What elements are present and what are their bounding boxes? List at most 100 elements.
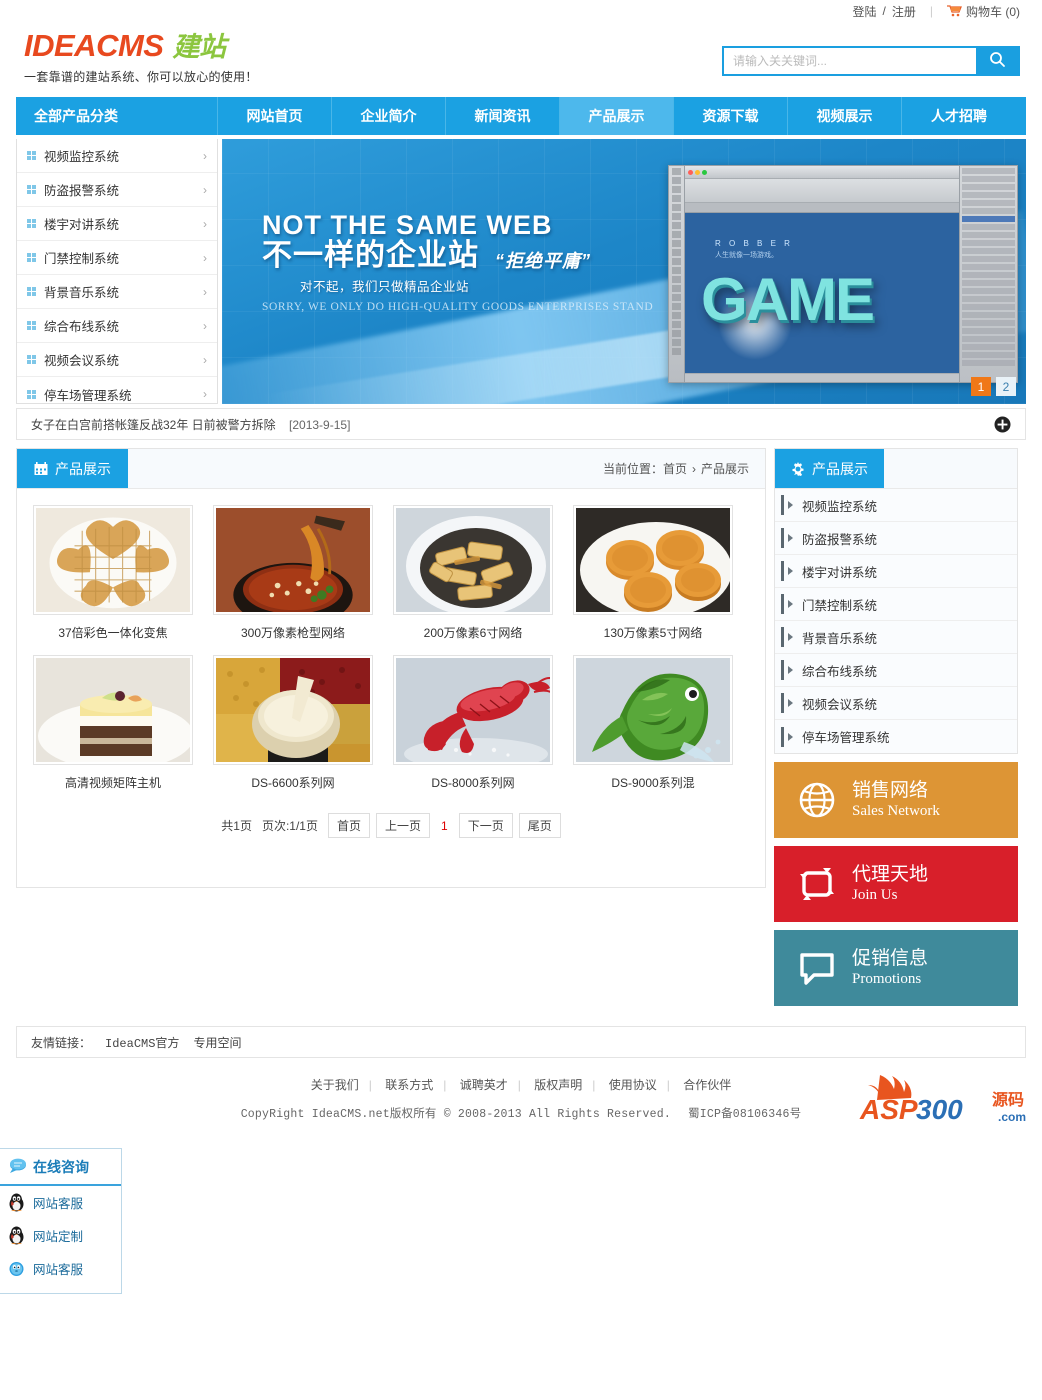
nav-item-downloads[interactable]: 资源下载 xyxy=(674,97,788,135)
rsidebar-item-structured-cabling[interactable]: 综合布线系统 xyxy=(775,654,1017,687)
rsidebar-item-burglar-alarm[interactable]: 防盗报警系统 xyxy=(775,522,1017,555)
rsidebar-item-video-conference[interactable]: 视频会议系统 xyxy=(775,687,1017,720)
chevron-right-icon: › xyxy=(203,148,207,163)
footer-link-partners[interactable]: 合作伙伴 xyxy=(683,1078,731,1092)
hero-section: 视频监控系统 › 防盗报警系统 › 楼宇对讲系统 › 门禁控制系统 › 背景音乐… xyxy=(16,139,1026,404)
chevron-right-icon: › xyxy=(203,182,207,197)
friend-link-space[interactable]: 专用空间 xyxy=(193,1034,241,1051)
calendar-icon xyxy=(34,461,48,476)
banner-headline-cn: 不一样的企业站 xyxy=(262,239,479,273)
product-card[interactable]: 200万像素6寸网络 xyxy=(383,505,563,641)
product-thumbnail[interactable] xyxy=(33,505,193,615)
ticker-headline: 女子在白宫前搭帐篷反战32年 日前被警方拆除 xyxy=(31,417,276,432)
product-card[interactable]: 300万像素枪型网络 xyxy=(203,505,383,641)
logo-secondary: 建站 xyxy=(172,32,226,62)
site-header: IDEACMS 建站 一套靠谱的建站系统、你可以放心的使用！ xyxy=(0,22,1042,97)
register-link[interactable]: 注册 xyxy=(892,3,916,20)
sidebar-item-structured-cabling[interactable]: 综合布线系统 › xyxy=(17,309,217,343)
sidebar-item-background-music[interactable]: 背景音乐系统 › xyxy=(17,275,217,309)
triangle-right-icon xyxy=(788,534,793,542)
product-thumbnail[interactable] xyxy=(573,505,733,615)
product-grid: 37倍彩色一体化变焦 300万像素枪型网络 200万像素6寸网络 130万像素5… xyxy=(17,489,765,805)
marker-bar xyxy=(781,594,784,614)
rsidebar-item-parking-management[interactable]: 停车场管理系统 xyxy=(775,720,1017,753)
mousse-cake-image xyxy=(36,658,190,762)
sidebar-item-building-intercom[interactable]: 楼宇对讲系统 › xyxy=(17,207,217,241)
rsidebar-item-background-music[interactable]: 背景音乐系统 xyxy=(775,621,1017,654)
ticker-content[interactable]: 女子在白宫前搭帐篷反战32年 日前被警方拆除 [2013-9-15] xyxy=(31,416,350,433)
hero-banner[interactable]: R O B B E R 人生就像一场游戏。 GAME NOT THE SAME … xyxy=(222,139,1026,404)
product-card[interactable]: 37倍彩色一体化变焦 xyxy=(23,505,203,641)
pagination-first[interactable]: 首页 xyxy=(327,813,370,838)
nav-item-home[interactable]: 网站首页 xyxy=(218,97,332,135)
plus-circle-icon[interactable] xyxy=(994,416,1011,433)
pagination-prev[interactable]: 上一页 xyxy=(376,813,431,838)
promo-sales-network[interactable]: 销售网络 Sales Network xyxy=(774,762,1018,838)
sidebar-item-access-control[interactable]: 门禁控制系统 › xyxy=(17,241,217,275)
footer-link-about[interactable]: 关于我们 xyxy=(311,1078,359,1092)
online-consult-title: 在线咨询 xyxy=(33,1159,89,1175)
product-card[interactable]: 130万像素5寸网络 xyxy=(563,505,743,641)
login-link[interactable]: 登陆 xyxy=(852,3,876,20)
logo[interactable]: IDEACMS 建站 一套靠谱的建站系统、你可以放心的使用！ xyxy=(24,26,258,85)
sidebar-item-video-conference[interactable]: 视频会议系统 › xyxy=(17,343,217,377)
promo-promotions[interactable]: 促销信息 Promotions xyxy=(774,930,1018,1006)
product-thumbnail[interactable] xyxy=(393,655,553,765)
chat-item-service-1[interactable]: 网站客服 xyxy=(0,1186,121,1219)
chat-item-custom[interactable]: 网站定制 xyxy=(0,1219,121,1252)
sidebar-item-video-surveillance[interactable]: 视频监控系统 › xyxy=(17,139,217,173)
chevron-right-icon: › xyxy=(203,250,207,265)
breadcrumb-prefix: 当前位置： xyxy=(602,462,663,476)
nav-item-news[interactable]: 新闻资讯 xyxy=(446,97,560,135)
footer-link-terms[interactable]: 使用协议 xyxy=(609,1078,657,1092)
product-card[interactable]: DS-6600系列网 xyxy=(203,655,383,791)
nav-item-jobs[interactable]: 人才招聘 xyxy=(902,97,1016,135)
search-input[interactable] xyxy=(724,48,976,74)
main-area: 产品展示 当前位置： 首页 › 产品展示 37倍彩色一体化变焦 300万像素枪型… xyxy=(16,448,1026,1006)
product-thumbnail[interactable] xyxy=(33,655,193,765)
divider: | xyxy=(592,1078,596,1092)
footer-link-copyright-notice[interactable]: 版权声明 xyxy=(534,1078,582,1092)
footer-link-careers[interactable]: 诚聘英才 xyxy=(460,1078,508,1092)
rsidebar-item-video-surveillance[interactable]: 视频监控系统 xyxy=(775,489,1017,522)
grid-icon xyxy=(27,219,36,228)
nav-all-categories[interactable]: 全部产品分类 xyxy=(16,97,218,135)
product-thumbnail[interactable] xyxy=(213,505,373,615)
marker-bar xyxy=(781,660,784,680)
breadcrumb-home[interactable]: 首页 xyxy=(663,460,687,477)
cart-label: 购物车 (0) xyxy=(965,4,1020,19)
product-thumbnail[interactable] xyxy=(393,505,553,615)
footer-link-contact[interactable]: 联系方式 xyxy=(385,1078,433,1092)
divider: | xyxy=(443,1078,447,1092)
nav-item-about[interactable]: 企业简介 xyxy=(332,97,446,135)
rsidebar-item-building-intercom[interactable]: 楼宇对讲系统 xyxy=(775,555,1017,588)
banner-page-1[interactable]: 1 xyxy=(971,377,991,396)
friend-link-official[interactable]: IdeaCMS官方 xyxy=(105,1034,179,1051)
sidebar-item-label: 楼宇对讲系统 xyxy=(44,218,120,232)
right-box-title: 产品展示 xyxy=(812,460,868,477)
chat-item-service-2[interactable]: 网站客服 xyxy=(0,1252,121,1285)
rsidebar-item-access-control[interactable]: 门禁控制系统 xyxy=(775,588,1017,621)
nav-item-products[interactable]: 产品展示 xyxy=(560,97,674,135)
sidebar-item-parking-management[interactable]: 停车场管理系统 › xyxy=(17,377,217,411)
banner-reject-tag: “拒绝平庸” xyxy=(495,251,591,272)
product-card[interactable]: 高清视频矩阵主机 xyxy=(23,655,203,791)
sidebar-item-burglar-alarm[interactable]: 防盗报警系统 › xyxy=(17,173,217,207)
product-thumbnail[interactable] xyxy=(213,655,373,765)
pagination-last[interactable]: 尾页 xyxy=(518,813,561,838)
cart-button[interactable]: 购物车 (0) xyxy=(946,3,1020,20)
triangle-right-icon xyxy=(788,567,793,575)
promo-join-us[interactable]: 代理天地 Join Us xyxy=(774,846,1018,922)
product-thumbnail[interactable] xyxy=(573,655,733,765)
pagination-next[interactable]: 下一页 xyxy=(458,813,513,838)
banner-page-2[interactable]: 2 xyxy=(996,377,1016,396)
product-card[interactable]: DS-9000系列混 xyxy=(563,655,743,791)
sidebar-item-label: 综合布线系统 xyxy=(44,320,120,334)
grid-icon xyxy=(27,253,36,262)
nav-item-videos[interactable]: 视频展示 xyxy=(788,97,902,135)
ps-titlebar xyxy=(685,166,959,179)
product-name: DS-9000系列混 xyxy=(611,776,695,790)
search-button[interactable] xyxy=(976,48,1018,74)
product-card[interactable]: DS-8000系列网 xyxy=(383,655,563,791)
page-root: 登陆 / 注册 | 购物车 (0) IDEACMS 建站 一套靠谱的建站系统、你可… xyxy=(0,0,1042,1294)
